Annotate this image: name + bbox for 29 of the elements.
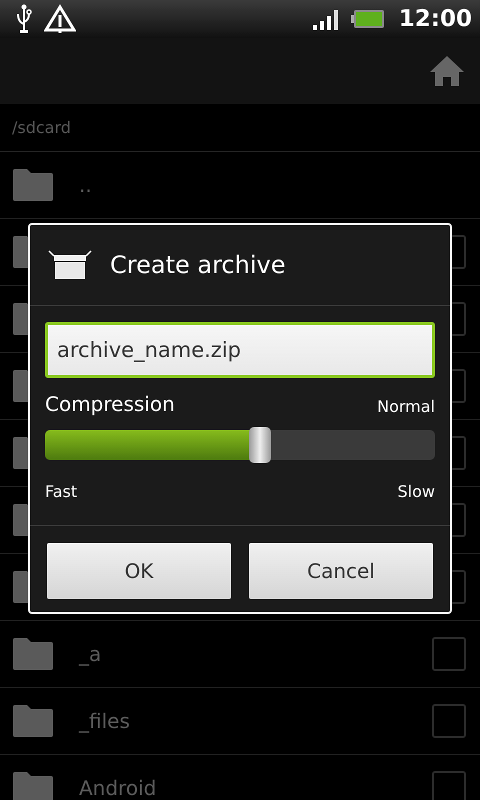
home-icon[interactable] (429, 55, 465, 87)
box-icon (48, 250, 92, 280)
file-name[interactable]: _files (79, 709, 130, 733)
slider-reading: Normal (377, 397, 435, 416)
dialog-button[interactable]: OK (47, 543, 231, 599)
slider[interactable] (45, 430, 435, 460)
checkbox[interactable] (432, 704, 466, 738)
max-label: Slow (398, 482, 435, 501)
folder-icon (13, 169, 53, 201)
folder-icon (13, 772, 53, 800)
dialog-title: Create archive (110, 251, 286, 279)
folder-icon (13, 638, 53, 670)
checkbox[interactable] (432, 771, 466, 800)
path-label: /sdcard (0, 104, 480, 152)
file-name[interactable]: Android (79, 776, 156, 800)
min-label: Fast (45, 482, 78, 501)
warning-icon (44, 4, 76, 34)
signal-icon (312, 8, 339, 30)
file-name[interactable]: _a (79, 642, 102, 666)
checkbox[interactable] (432, 637, 466, 671)
slider-thumb[interactable] (248, 427, 270, 463)
clock-time: 12:00 (398, 6, 472, 32)
battery-icon (350, 9, 385, 29)
input-field[interactable]: archive_name.zip (45, 322, 435, 378)
file-name[interactable]: .. (79, 173, 92, 197)
slider-label: Compression (45, 392, 175, 416)
folder-icon (13, 705, 53, 737)
usb-icon (16, 4, 32, 34)
dialog-button[interactable]: Cancel (249, 543, 433, 599)
